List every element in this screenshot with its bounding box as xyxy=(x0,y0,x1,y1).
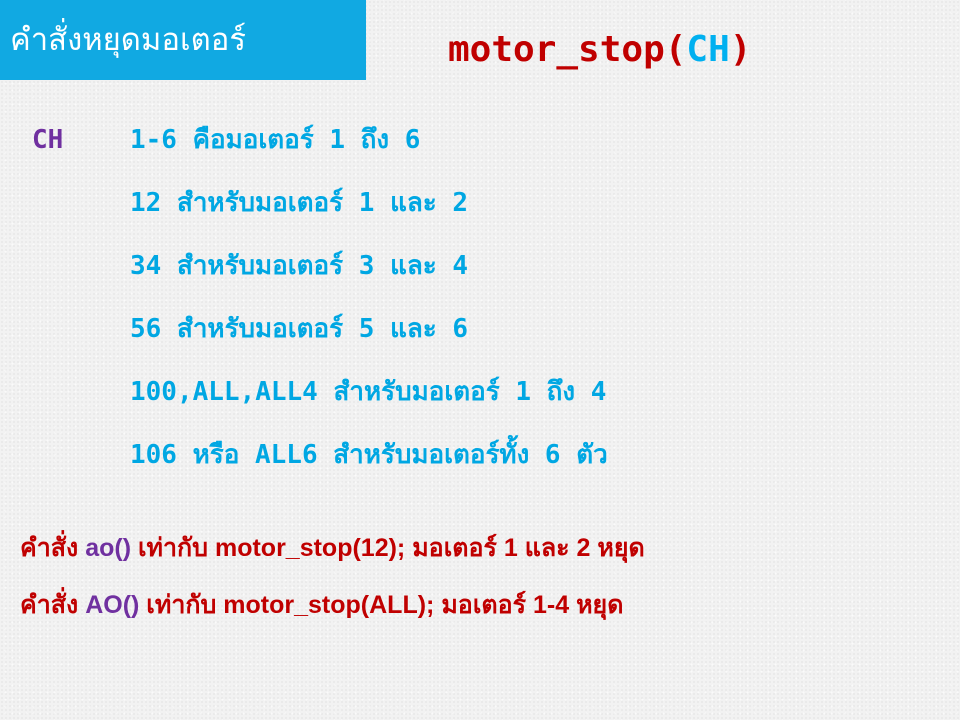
note-prefix: คำสั่ง xyxy=(20,591,86,619)
ch-value-item: 56 สำหรับมอเตอร์ 5 และ 6 xyxy=(130,314,469,344)
slide: คำสั่งหยุดมอเตอร์ motor_stop(CH) CH 1-6 … xyxy=(0,0,960,720)
ch-label: CH xyxy=(32,125,64,155)
ch-value-item: 106 หรือ ALL6 สำหรับมอเตอร์ทั้ง 6 ตัว xyxy=(130,440,608,470)
ch-value-item: 100,ALL,ALL4 สำหรับมอเตอร์ 1 ถึง 4 xyxy=(130,377,607,407)
ch-value-item: 1-6 คือมอเตอร์ 1 ถึง 6 xyxy=(130,125,421,155)
slide-title-text: คำสั่งหยุดมอเตอร์ xyxy=(10,22,246,58)
function-close-paren: ) xyxy=(729,29,752,70)
function-name: motor_stop( xyxy=(448,29,687,70)
slide-title: คำสั่งหยุดมอเตอร์ xyxy=(0,0,366,80)
note-code: AO() xyxy=(85,591,140,619)
ch-value-item: 12 สำหรับมอเตอร์ 1 และ 2 xyxy=(130,188,469,218)
note-prefix: คำสั่ง xyxy=(20,534,86,562)
ch-value-item: 34 สำหรับมอเตอร์ 3 และ 4 xyxy=(130,251,469,281)
ch-value-list: 1-6 คือมอเตอร์ 1 ถึง 6 12 สำหรับมอเตอร์ … xyxy=(130,118,608,496)
note-suffix: เท่ากับ motor_stop(12); มอเตอร์ 1 และ 2 … xyxy=(131,534,645,562)
notes: คำสั่ง ao() เท่ากับ motor_stop(12); มอเต… xyxy=(20,526,645,640)
note-ao-uppercase: คำสั่ง AO() เท่ากับ motor_stop(ALL); มอเ… xyxy=(20,583,645,640)
note-code: ao() xyxy=(85,534,132,562)
function-argument: CH xyxy=(686,29,730,70)
note-suffix: เท่ากับ motor_stop(ALL); มอเตอร์ 1-4 หยุ… xyxy=(139,591,624,619)
note-ao: คำสั่ง ao() เท่ากับ motor_stop(12); มอเต… xyxy=(20,526,645,583)
function-signature: motor_stop(CH) xyxy=(448,24,751,76)
